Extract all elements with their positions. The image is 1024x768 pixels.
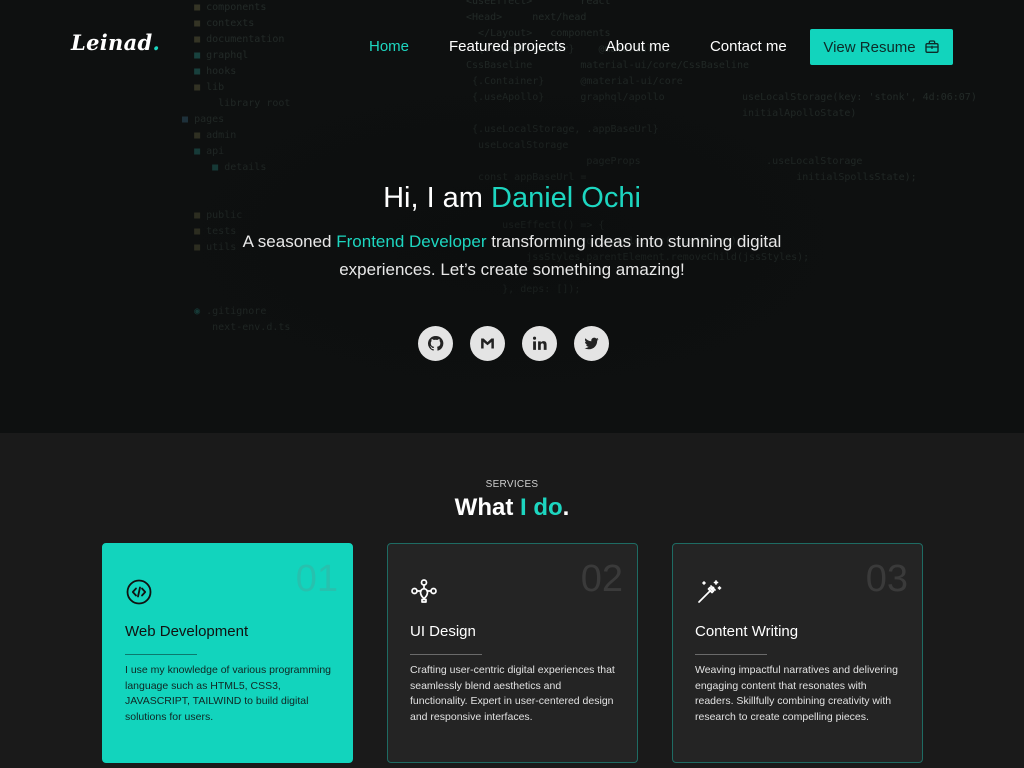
hero-headline: Hi, I am Daniel Ochi (0, 182, 1024, 215)
service-number: 03 (865, 558, 908, 600)
brand-name: Leinad (71, 30, 153, 55)
github-icon (427, 336, 444, 351)
service-number: 02 (580, 558, 623, 600)
hero-section: ■ components ■ contexts ■ documentation … (0, 0, 1024, 433)
gmail-link[interactable] (470, 326, 505, 361)
view-resume-label: View Resume (823, 38, 916, 56)
service-description: Weaving impactful narratives and deliver… (695, 664, 898, 723)
service-title: Content Writing (695, 623, 799, 640)
nav-home[interactable]: Home (369, 38, 409, 55)
service-divider (695, 654, 767, 655)
service-description: I use my knowledge of various programmin… (125, 664, 332, 723)
gmail-icon (481, 338, 494, 349)
github-link[interactable] (418, 326, 453, 361)
services-title-highlight: I do (520, 494, 563, 521)
hero-subtitle-role: Frontend Developer (336, 232, 487, 251)
code-icon (126, 579, 152, 605)
service-divider (125, 654, 197, 655)
service-title: Web Development (125, 623, 249, 640)
view-resume-button[interactable]: View Resume (810, 29, 953, 65)
service-card-ui-design[interactable]: 02 UI Design Crafting user-centric digit… (387, 543, 638, 763)
social-links (418, 326, 609, 361)
services-title-post: . (562, 494, 570, 521)
services-title: What I do. (0, 494, 1024, 522)
service-card-content-writing[interactable]: 03 Content Writing Weaving impactful nar… (672, 543, 923, 763)
hero-greeting: Hi, I am (383, 182, 492, 214)
linkedin-icon (532, 336, 547, 350)
linkedin-link[interactable] (522, 326, 557, 361)
main-nav: Home Featured projects About me Contact … (369, 38, 827, 55)
design-nodes-icon (411, 579, 437, 603)
nav-featured-projects[interactable]: Featured projects (449, 38, 566, 55)
service-title: UI Design (410, 623, 476, 640)
services-title-pre: What (454, 494, 520, 521)
hero-subtitle-pre: A seasoned (242, 232, 337, 251)
briefcase-icon (924, 40, 939, 53)
magic-wand-icon (698, 580, 722, 603)
hero-subtitle: A seasoned Frontend Developer transformi… (232, 228, 792, 284)
nav-contact-me[interactable]: Contact me (710, 38, 787, 55)
nav-about-me[interactable]: About me (606, 38, 670, 55)
service-description: Crafting user-centric digital experience… (410, 664, 615, 723)
twitter-icon (584, 337, 599, 350)
twitter-link[interactable] (574, 326, 609, 361)
brand-dot: . (152, 30, 161, 55)
service-number: 01 (295, 558, 338, 600)
service-card-web-development[interactable]: 01 Web Development I use my knowledge of… (102, 543, 353, 763)
hero-name: Daniel Ochi (491, 182, 641, 214)
services-label: SERVICES (485, 479, 539, 490)
service-divider (410, 654, 482, 655)
brand-logo[interactable]: Leinad. (71, 30, 160, 55)
